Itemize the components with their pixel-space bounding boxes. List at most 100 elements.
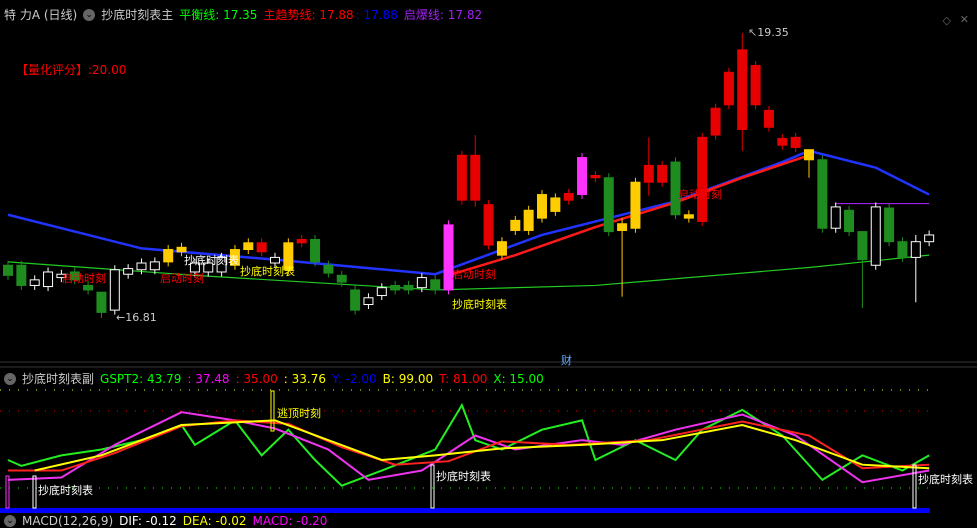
candle[interactable]: [590, 174, 601, 179]
pointer-icon: ↖: [748, 26, 758, 39]
candle[interactable]: [390, 284, 401, 291]
candle[interactable]: [243, 242, 254, 251]
high-price: 19.35: [757, 26, 789, 39]
candle[interactable]: [657, 164, 668, 183]
candle[interactable]: [870, 206, 881, 266]
candle[interactable]: [456, 154, 467, 201]
value-3: : 35.00: [235, 371, 278, 386]
candle[interactable]: [123, 268, 134, 275]
candle[interactable]: [550, 197, 561, 212]
chevron-down-icon[interactable]: ⌄: [83, 8, 96, 21]
dea-value: DEA: -0.02: [182, 514, 247, 528]
candle[interactable]: [617, 223, 628, 231]
signal-bar: [430, 464, 435, 509]
candle[interactable]: [296, 238, 307, 244]
candle[interactable]: [537, 194, 547, 219]
dif-value: DIF: -0.12: [119, 514, 177, 528]
candle[interactable]: [403, 284, 414, 291]
candle[interactable]: [109, 269, 120, 311]
trend-value: 主趋势线: 17.88: [263, 8, 354, 22]
candle[interactable]: [16, 264, 27, 286]
candle[interactable]: [683, 214, 694, 219]
candle[interactable]: [29, 279, 40, 286]
sub-indicator-name[interactable]: 抄底时刻表副: [22, 370, 94, 387]
diamond-icon[interactable]: ◇: [943, 14, 951, 27]
indicator-name[interactable]: 抄底时刻表主: [101, 6, 173, 23]
bottom-signal-label: 抄底时刻表: [452, 298, 507, 311]
chart-canvas: [0, 33, 977, 513]
signal-bar: [5, 475, 10, 509]
candle[interactable]: [817, 159, 828, 229]
sub-bottom-label: 抄底时刻表: [436, 470, 491, 483]
start-signal-label: 启动时刻: [62, 272, 106, 285]
candle[interactable]: [3, 264, 13, 276]
candle[interactable]: [737, 49, 748, 130]
candle[interactable]: [750, 65, 761, 106]
t-value: T: 81.00: [439, 371, 488, 386]
chevron-down-icon[interactable]: ⌄: [4, 515, 16, 527]
macd-name[interactable]: MACD(12,26,9): [22, 514, 113, 528]
trend-value-2: : 17.88: [355, 7, 398, 22]
candle[interactable]: [577, 157, 588, 196]
candle[interactable]: [163, 249, 174, 263]
candle[interactable]: [416, 277, 427, 289]
y-line-bar: [0, 508, 930, 513]
candle[interactable]: [924, 234, 935, 243]
candle[interactable]: [603, 177, 614, 233]
candle[interactable]: [723, 71, 734, 106]
candle[interactable]: [710, 107, 721, 136]
candle[interactable]: [790, 136, 801, 148]
sub-header: ⌄ 抄底时刻表副 GSPT2: 43.79 : 37.48 : 35.00 : …: [4, 370, 544, 387]
gspt2-value: GSPT2: 43.79: [100, 371, 182, 386]
candle[interactable]: [510, 219, 521, 231]
candle[interactable]: [136, 262, 147, 271]
candle[interactable]: [763, 109, 774, 128]
finance-marker[interactable]: 财: [561, 352, 572, 368]
candle[interactable]: [470, 154, 481, 201]
candle[interactable]: [336, 274, 347, 283]
candle[interactable]: [43, 271, 54, 288]
low-price-label: ←16.81: [116, 311, 157, 324]
blue-line: [7, 149, 930, 276]
candle[interactable]: [310, 238, 321, 263]
candle[interactable]: [350, 289, 361, 311]
candle[interactable]: [376, 287, 387, 297]
sub-yellow-line: [34, 419, 930, 472]
value-4: : 33.76: [283, 371, 326, 386]
candle[interactable]: [563, 192, 574, 201]
candle[interactable]: [857, 231, 868, 261]
macd-header: ⌄ MACD(12,26,9) DIF: -0.12 DEA: -0.02 MA…: [4, 514, 327, 528]
candle[interactable]: [777, 137, 788, 146]
candle[interactable]: [363, 297, 374, 306]
candle[interactable]: [483, 204, 494, 246]
candle[interactable]: [804, 149, 814, 161]
candle[interactable]: [430, 279, 441, 291]
candle[interactable]: [643, 164, 654, 183]
candle[interactable]: [884, 207, 895, 243]
candle[interactable]: [496, 241, 507, 256]
candle[interactable]: [697, 136, 708, 222]
candle[interactable]: [897, 241, 908, 258]
candle[interactable]: [830, 206, 841, 229]
candle[interactable]: [323, 264, 334, 274]
b-value: B: 99.00: [382, 371, 434, 386]
high-price-label: ↖19.35: [748, 26, 789, 39]
candle[interactable]: [96, 291, 107, 313]
signal-bar: [32, 475, 37, 509]
candle[interactable]: [83, 284, 94, 291]
candle[interactable]: [523, 209, 534, 231]
chevron-down-icon[interactable]: ⌄: [4, 372, 16, 385]
low-price: 16.81: [125, 311, 157, 324]
candle[interactable]: [844, 209, 855, 233]
bottom-signal-label: 抄底时刻表: [184, 254, 239, 267]
candle[interactable]: [910, 241, 921, 258]
burst-value: 启爆线: 17.82: [403, 8, 483, 22]
start-signal-label: 启动时刻: [160, 272, 204, 285]
sub-bottom-label: 抄底时刻表: [38, 484, 93, 497]
candle[interactable]: [630, 181, 641, 229]
close-icon[interactable]: ✕: [960, 13, 969, 26]
candle[interactable]: [149, 261, 160, 271]
stock-name: 特 力A (日线): [4, 8, 78, 22]
y-value: Y: -2.00: [332, 371, 377, 386]
candle[interactable]: [256, 242, 267, 253]
